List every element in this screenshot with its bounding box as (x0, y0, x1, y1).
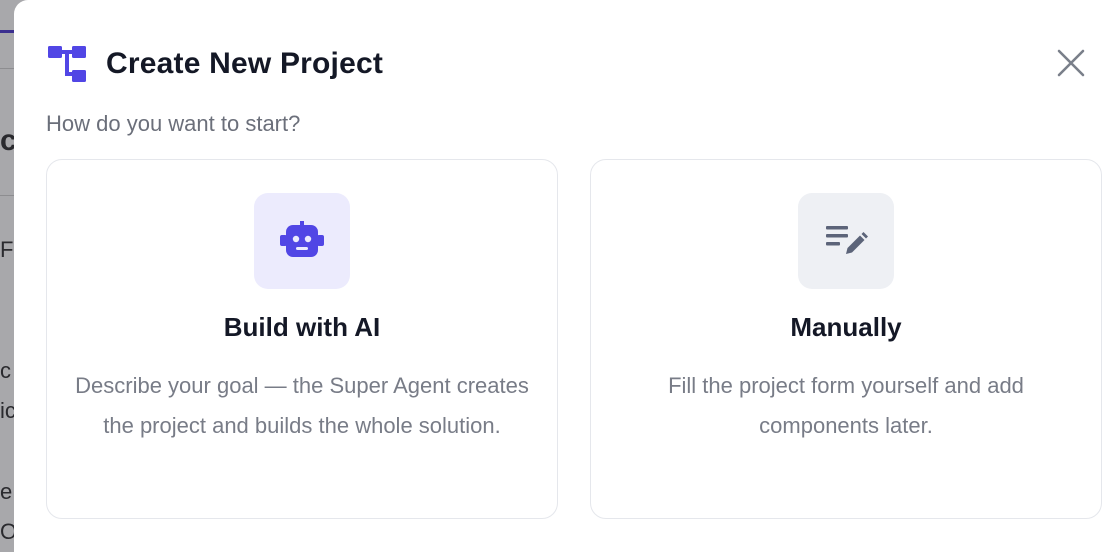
dialog-subtitle: How do you want to start? (46, 111, 301, 136)
create-project-dialog: Create New Project How do you want to st… (14, 0, 1120, 552)
background-text: ic (0, 400, 14, 422)
close-button[interactable] (1054, 46, 1088, 80)
background-text: ct (0, 126, 14, 156)
manually-option[interactable]: Manually Fill the project form yourself … (590, 159, 1102, 519)
option-title: Build with AI (223, 312, 381, 342)
background-tab-indicator (0, 30, 14, 33)
close-icon (1057, 49, 1085, 77)
background-text: F (0, 239, 14, 261)
ai-icon-tile (254, 193, 350, 289)
background-text: Op (0, 521, 14, 543)
background-divider (0, 195, 14, 196)
dialog-header: Create New Project (48, 44, 383, 84)
option-description: Describe your goal — the Super Agent cre… (75, 373, 529, 438)
option-description: Fill the project form yourself and add c… (668, 373, 1024, 438)
background-text: e (0, 481, 13, 503)
option-title: Manually (790, 312, 902, 342)
background-text: c (0, 360, 11, 382)
background-divider (0, 68, 14, 69)
robot-icon (280, 221, 324, 257)
manual-icon-tile (798, 193, 894, 289)
edit-notes-icon (826, 226, 868, 254)
dialog-title: Create New Project (106, 47, 384, 80)
build-with-ai-option[interactable]: Build with AI Describe your goal — the S… (46, 159, 558, 519)
project-hierarchy-icon (48, 46, 86, 82)
